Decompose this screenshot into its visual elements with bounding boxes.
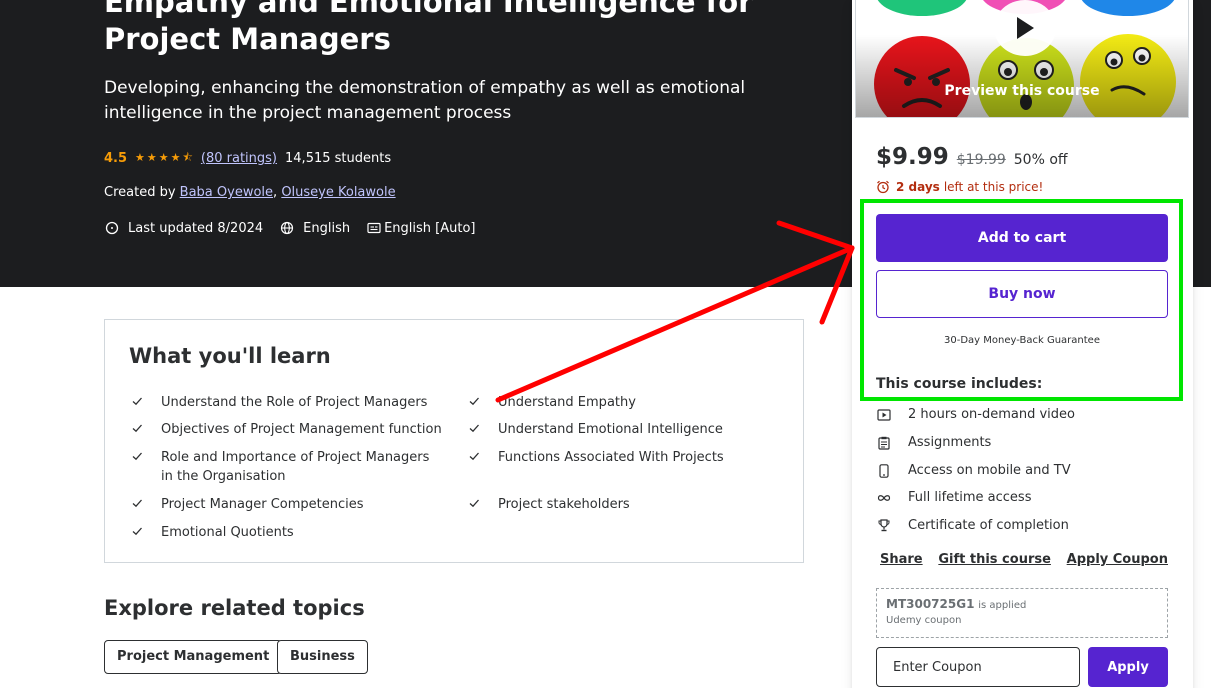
money-back-guarantee: 30-Day Money-Back Guarantee (944, 335, 1100, 346)
discount-deadline: 2 days left at this price! (876, 180, 1043, 194)
explore-heading: Explore related topics (104, 596, 365, 620)
learn-item: Objectives of Project Management functio… (129, 420, 444, 439)
course-actions: Share Gift this course Apply Coupon (880, 552, 1168, 567)
check-icon (466, 420, 482, 439)
course-meta: Last updated 8/2024 English English [Aut… (104, 220, 476, 236)
learn-item: Project stakeholders (466, 495, 781, 514)
mobile-icon (876, 463, 892, 478)
topic-pill-project-management[interactable]: Project Management (104, 640, 283, 674)
captions-text: English [Auto] (384, 220, 476, 236)
students-count: 14,515 students (285, 151, 392, 166)
course-page: Empathy and Emotional Intelligence for P… (0, 0, 1211, 688)
applied-coupon: MT300725G1 is applied Udemy coupon (876, 588, 1168, 638)
created-by: Created by Baba Oyewole, Oluseye Kolawol… (104, 185, 396, 200)
buy-now-button[interactable]: Buy now (876, 270, 1168, 318)
check-icon (466, 495, 482, 514)
check-icon (129, 495, 145, 514)
preview-label: Preview this course (944, 83, 1100, 99)
include-item: Certificate of completion (876, 518, 1069, 533)
course-title: Empathy and Emotional Intelligence for P… (104, 0, 753, 56)
rating-row: 4.5 ★★★★⯪ (80 ratings) 14,515 students (104, 149, 391, 168)
created-by-label: Created by (104, 185, 176, 200)
last-updated: Last updated 8/2024 (104, 220, 263, 236)
original-price: $19.99 (956, 152, 1006, 168)
captions-icon (366, 220, 382, 236)
language-text: English (303, 220, 351, 236)
coupon-input[interactable] (876, 647, 1080, 687)
star-rating-icon: ★★★★⯪ (135, 151, 195, 164)
learn-heading: What you'll learn (129, 344, 331, 368)
alert-badge-icon (104, 220, 120, 236)
apply-coupon-button[interactable]: Apply (1088, 647, 1168, 687)
deadline-days: 2 days (896, 180, 940, 194)
check-icon (466, 393, 482, 412)
learn-item: Emotional Quotients (129, 523, 444, 542)
learn-item: Functions Associated With Projects (466, 448, 781, 467)
include-item: Assignments (876, 435, 991, 450)
current-price: $9.99 (876, 144, 949, 170)
what-you-will-learn: What you'll learn Understand the Role of… (104, 319, 804, 563)
author-link[interactable]: Oluseye Kolawole (281, 185, 395, 200)
author-link[interactable]: Baba Oyewole (180, 185, 273, 200)
topic-pill-business[interactable]: Business (277, 640, 368, 674)
check-icon (466, 448, 482, 467)
discount-percent: 50% off (1013, 152, 1068, 168)
share-link[interactable]: Share (880, 552, 923, 567)
apply-coupon-link[interactable]: Apply Coupon (1067, 552, 1168, 567)
learn-item: Understand the Role of Project Managers (129, 393, 444, 412)
last-updated-text: Last updated 8/2024 (128, 220, 264, 236)
play-button[interactable] (994, 0, 1056, 56)
include-item: 2 hours on-demand video (876, 407, 1075, 422)
include-item: Access on mobile and TV (876, 463, 1071, 478)
coupon-status: is applied (978, 600, 1027, 611)
coupon-code: MT300725G1 (886, 597, 975, 611)
infinity-icon (876, 494, 892, 502)
include-item: Full lifetime access (876, 490, 1031, 505)
alarm-clock-icon (876, 180, 890, 194)
course-preview[interactable]: Preview this course (855, 0, 1189, 118)
learn-item: Project Manager Competencies (129, 495, 444, 514)
add-to-cart-button[interactable]: Add to cart (876, 214, 1168, 262)
assignment-icon (876, 436, 892, 450)
purchase-sidebar: Preview this course $9.99 $19.99 50% off… (852, 0, 1193, 688)
gift-course-link[interactable]: Gift this course (938, 552, 1051, 567)
check-icon (129, 420, 145, 439)
learn-item: Understand Emotional Intelligence (466, 420, 781, 439)
play-icon (1017, 17, 1034, 39)
course-language: English (279, 220, 350, 236)
learn-item: Understand Empathy (466, 393, 781, 412)
globe-icon (279, 220, 295, 236)
price-row: $9.99 $19.99 50% off (876, 144, 1068, 170)
deadline-text: left at this price! (943, 180, 1044, 194)
includes-heading: This course includes: (876, 376, 1043, 392)
check-icon (129, 523, 145, 542)
coupon-source: Udemy coupon (886, 615, 962, 626)
check-icon (129, 448, 145, 486)
author-separator: , (273, 185, 278, 200)
ratings-count-link[interactable]: (80 ratings) (201, 151, 277, 166)
video-icon (876, 408, 892, 421)
course-subtitle: Developing, enhancing the demonstration … (104, 78, 746, 123)
rating-value: 4.5 (104, 151, 128, 166)
trophy-icon (876, 519, 892, 532)
course-captions: English [Auto] (366, 220, 476, 236)
check-icon (129, 393, 145, 412)
learn-item: Role and Importance of Project Managers … (129, 448, 444, 486)
